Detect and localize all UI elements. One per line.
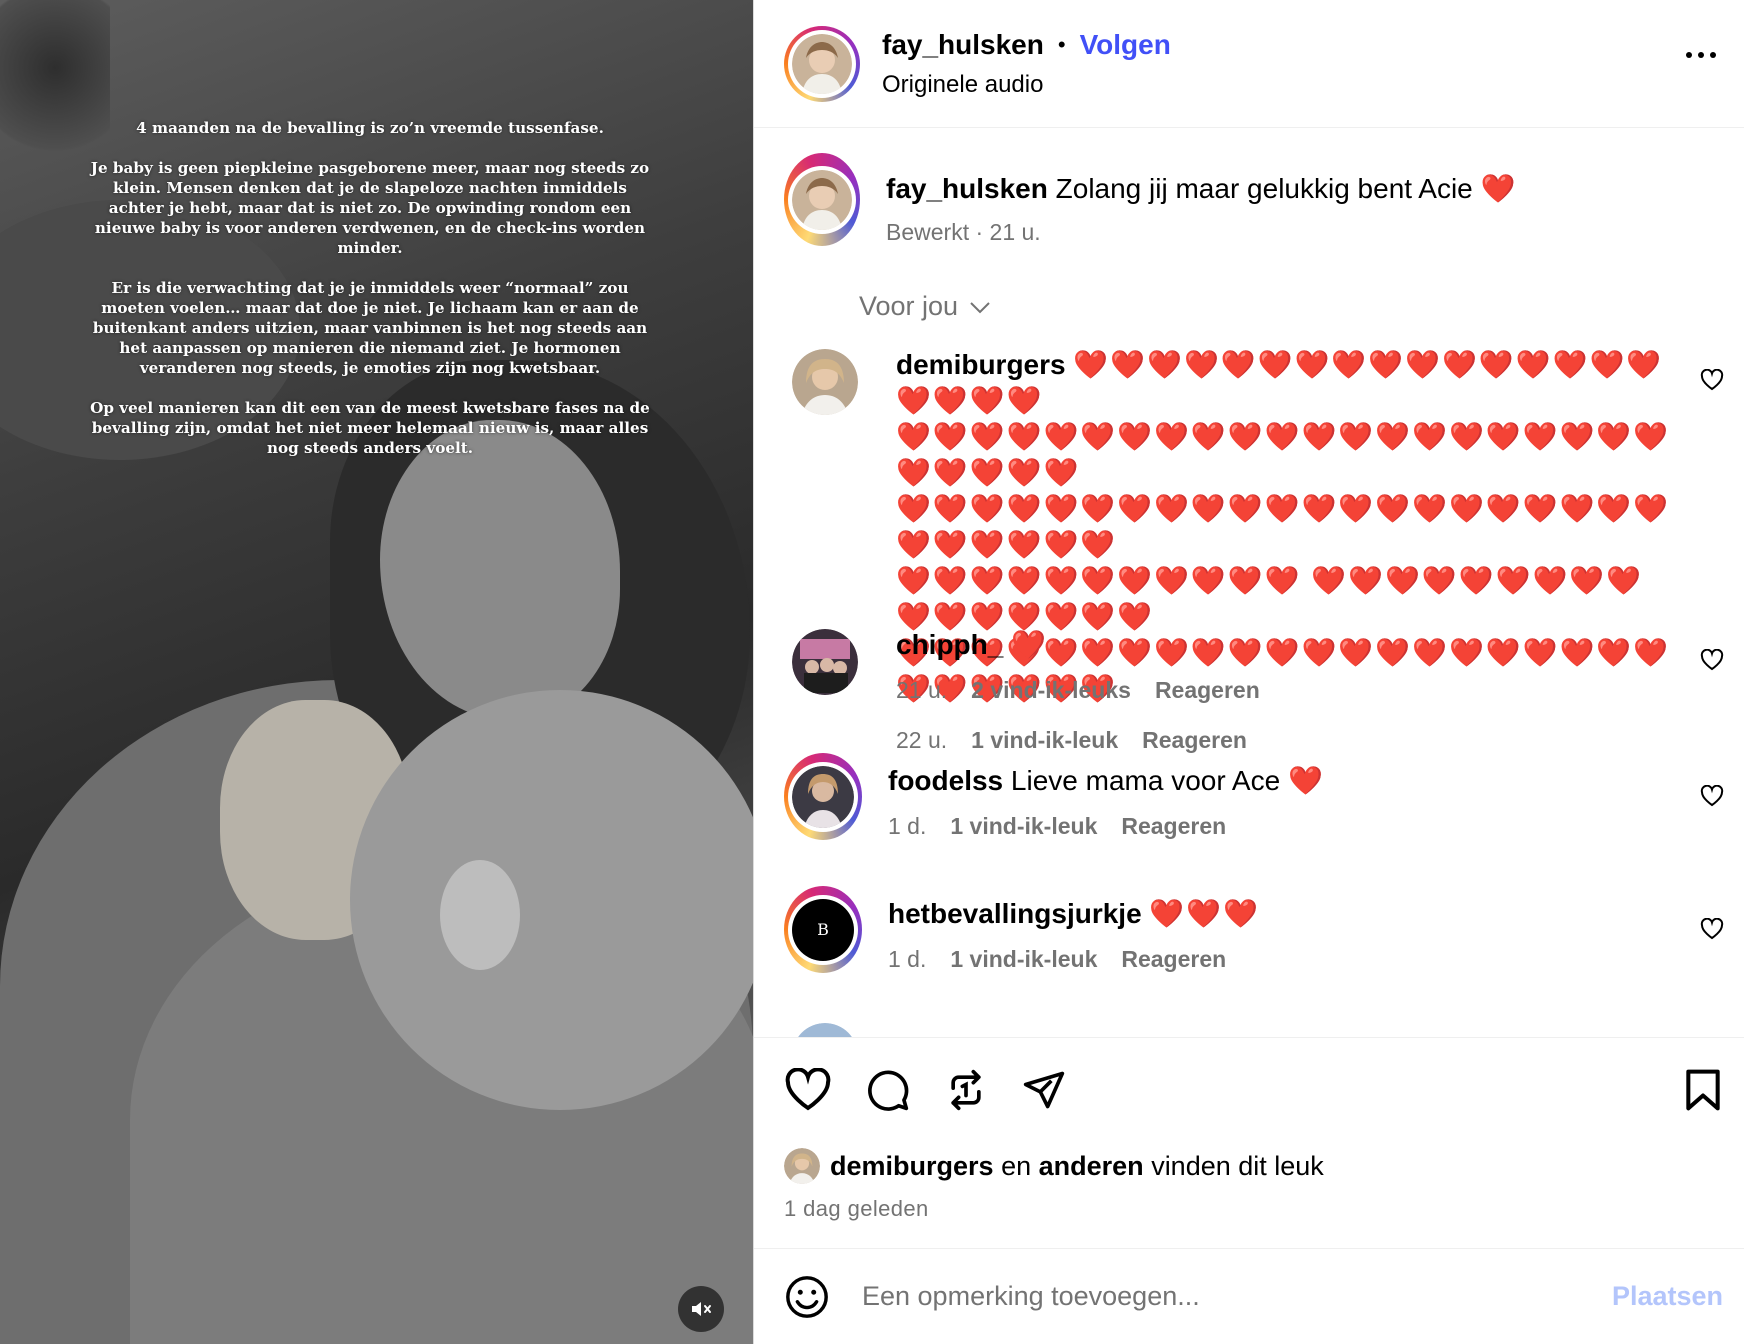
- post-timestamp[interactable]: 1 dag geleden: [784, 1196, 929, 1222]
- comment-username[interactable]: hetbevallingsjurkje: [888, 898, 1142, 929]
- comment-item: chipph_ ❤️ 21 u. 2 vind-ik-leuks Reagere…: [784, 627, 1724, 704]
- comments-list[interactable]: fay_hulsken Zolang jij maar gelukkig ben…: [754, 129, 1744, 1037]
- comment-bubble-icon[interactable]: [864, 1068, 912, 1112]
- comment-text: ❤️❤️❤️: [1149, 898, 1261, 929]
- add-comment-bar: Plaatsen: [754, 1248, 1744, 1344]
- like-comment-button[interactable]: [1700, 649, 1724, 671]
- author-username[interactable]: fay_hulsken: [882, 29, 1044, 61]
- post-viewer: 4 maanden na de bevalling is zo’n vreemd…: [0, 0, 1744, 1344]
- comment-username[interactable]: chipph_: [896, 629, 1003, 660]
- like-comment-button[interactable]: [1700, 918, 1724, 940]
- comment-item-partial: [784, 1023, 1724, 1037]
- post-actions: demiburgers en anderen vinden dit leuk 1…: [754, 1037, 1744, 1247]
- comment-item: B hetbevallingsjurkje ❤️❤️❤️ 1 d. 1 vind…: [784, 886, 1724, 973]
- caption-avatar-ring[interactable]: [784, 153, 860, 246]
- likes-suffix: vinden dit leuk: [1151, 1150, 1324, 1181]
- like-comment-button[interactable]: [1700, 785, 1724, 807]
- baby-head-shape: [350, 690, 753, 1110]
- post-header: fay_hulsken • Volgen Originele audio: [754, 0, 1744, 128]
- story-overlay-text: 4 maanden na de bevalling is zo’n vreemd…: [90, 118, 650, 478]
- bookmark-icon: [1686, 1069, 1720, 1111]
- comment-input[interactable]: [862, 1281, 1582, 1312]
- comment-username[interactable]: demiburgers: [896, 349, 1066, 380]
- chevron-down-icon: [970, 301, 990, 313]
- post-comment-button[interactable]: Plaatsen: [1612, 1281, 1723, 1312]
- emoji-button[interactable]: [784, 1274, 830, 1320]
- more-options-icon[interactable]: [1686, 52, 1716, 58]
- likes-username[interactable]: demiburgers: [830, 1151, 994, 1182]
- story-ring[interactable]: B: [784, 886, 862, 973]
- likes-connector: en: [1001, 1150, 1032, 1181]
- save-button[interactable]: [1683, 1068, 1723, 1112]
- share-send-icon[interactable]: [1020, 1068, 1068, 1112]
- story-paragraph: Je baby is geen piepkleine pasgeborene m…: [90, 159, 650, 257]
- comment-likes[interactable]: 2 vind-ik-leuks: [971, 677, 1131, 704]
- comment-time: 1 d.: [888, 946, 927, 972]
- emoji-smile-icon: [786, 1275, 828, 1318]
- author-avatar-ring[interactable]: [784, 25, 860, 102]
- caption: fay_hulsken Zolang jij maar gelukkig ben…: [784, 153, 1515, 246]
- comment-text: ❤️❤️❤️❤️❤️❤️❤️❤️❤️❤️❤️❤️❤️❤️❤️❤️❤️❤️❤️❤️…: [896, 421, 1671, 488]
- story-ring[interactable]: [784, 753, 862, 840]
- like-heart-icon[interactable]: [784, 1068, 832, 1112]
- heart-icon: [1700, 918, 1724, 940]
- caption-text: Zolang jij maar gelukkig bent Acie ❤️: [1055, 173, 1516, 204]
- comment-text: ❤️❤️❤️❤️❤️❤️❤️❤️❤️❤️❤️ ❤️❤️❤️❤️❤️❤️❤️❤️❤…: [896, 565, 1644, 632]
- reply-button[interactable]: Reageren: [1142, 727, 1247, 754]
- comment-sort-label: Voor jou: [859, 291, 959, 321]
- avatar[interactable]: [792, 349, 858, 415]
- likes-summary[interactable]: demiburgers en anderen vinden dit leuk: [784, 1148, 1324, 1184]
- avatar[interactable]: [792, 1023, 858, 1037]
- like-comment-button[interactable]: [1700, 369, 1724, 391]
- avatar: [784, 1148, 820, 1184]
- post-details-panel: fay_hulsken • Volgen Originele audio fay…: [753, 0, 1744, 1344]
- repost-icon[interactable]: [944, 1068, 988, 1112]
- comment-likes[interactable]: 1 vind-ik-leuk: [950, 946, 1097, 973]
- avatar: [792, 765, 854, 828]
- avatar: [792, 33, 852, 94]
- comment-text: Lieve mama voor Ace ❤️: [1010, 765, 1323, 796]
- heart-icon: [1700, 369, 1724, 391]
- separator-dot: •: [1057, 31, 1066, 57]
- comment-time: 21 u.: [896, 677, 948, 703]
- speaker-muted-icon: [692, 1302, 711, 1316]
- comment-time: 22 u.: [896, 727, 948, 753]
- follow-button[interactable]: Volgen: [1080, 29, 1171, 61]
- story-paragraph: 4 maanden na de bevalling is zo’n vreemd…: [136, 119, 604, 137]
- caption-username[interactable]: fay_hulsken: [886, 173, 1048, 204]
- heart-icon: [1700, 649, 1724, 671]
- comment-username[interactable]: foodelss: [888, 765, 1003, 796]
- comment-text: ❤️❤️❤️❤️❤️❤️❤️❤️❤️❤️❤️❤️❤️❤️❤️❤️❤️❤️❤️❤️…: [896, 493, 1671, 560]
- comment-text: ❤️: [1011, 629, 1048, 660]
- avatar: [792, 169, 852, 230]
- comment-time: 1 d.: [888, 813, 927, 839]
- reply-button[interactable]: Reageren: [1121, 946, 1226, 973]
- post-media[interactable]: 4 maanden na de bevalling is zo’n vreemd…: [0, 0, 753, 1344]
- comment-sort-dropdown[interactable]: Voor jou: [859, 291, 992, 322]
- reply-button[interactable]: Reageren: [1155, 677, 1260, 704]
- avatar: B: [792, 898, 854, 961]
- reply-button[interactable]: Reageren: [1121, 813, 1226, 840]
- comment-item: foodelss Lieve mama voor Ace ❤️ 1 d. 1 v…: [784, 753, 1724, 840]
- avatar[interactable]: [792, 629, 858, 695]
- story-paragraph: Op veel manieren kan dit een van de mees…: [90, 399, 650, 457]
- caption-edited-time: Bewerkt · 21 u.: [886, 219, 1041, 245]
- mute-toggle-button[interactable]: [678, 1286, 724, 1332]
- comment-likes[interactable]: 1 vind-ik-leuk: [971, 727, 1118, 754]
- story-paragraph: Er is die verwachting dat je je inmiddel…: [92, 279, 648, 377]
- heart-icon: [1700, 785, 1724, 807]
- audio-link[interactable]: Originele audio: [882, 71, 1171, 99]
- likes-others[interactable]: anderen: [1039, 1151, 1144, 1182]
- comment-likes[interactable]: 1 vind-ik-leuk: [950, 813, 1097, 840]
- avatar-letter: B: [817, 920, 829, 939]
